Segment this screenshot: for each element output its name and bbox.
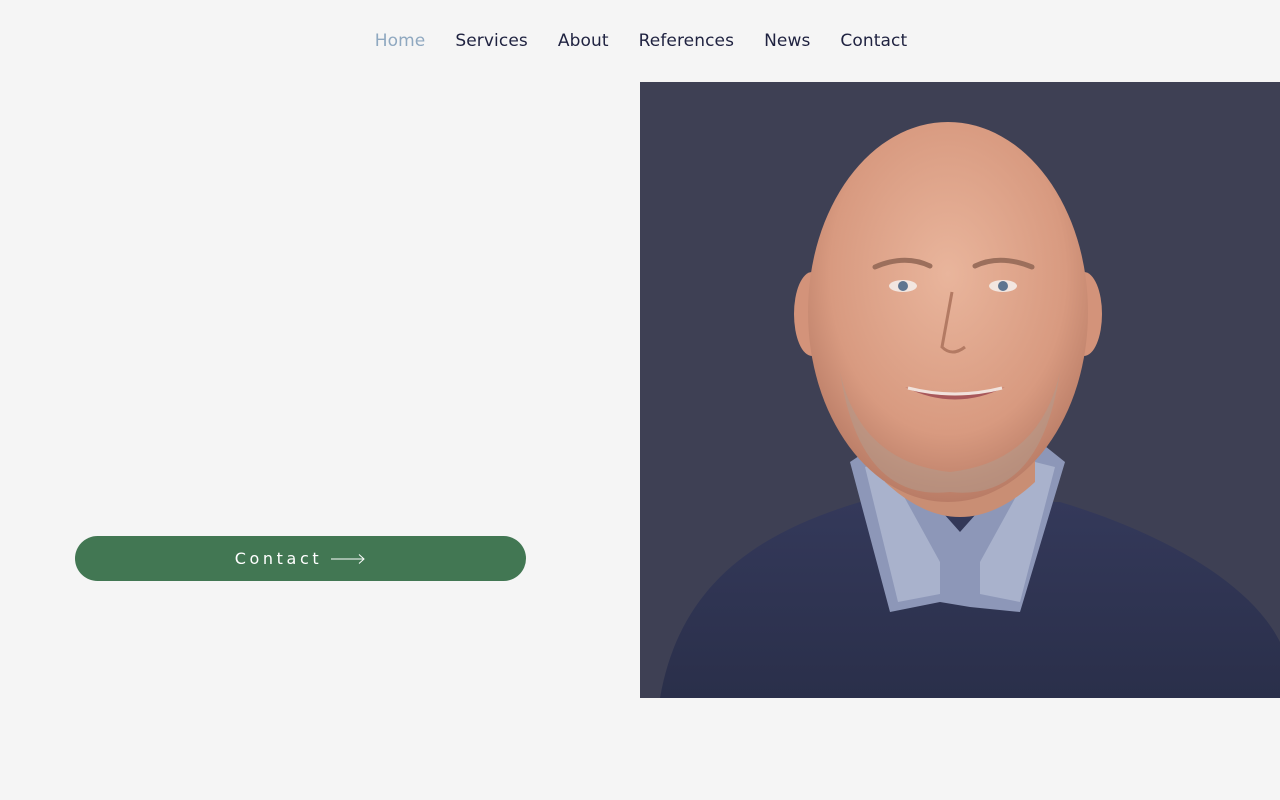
portrait-illustration [640,82,1280,698]
nav-item-contact[interactable]: Contact [825,31,922,51]
nav-list: Home Services About References News Cont… [360,31,923,51]
nav-item-about[interactable]: About [543,31,624,51]
nav-item-services[interactable]: Services [440,31,543,51]
nav-item-references[interactable]: References [624,31,749,51]
contact-button[interactable]: Contact [75,536,526,581]
contact-button-label: Contact [234,549,323,568]
main-navigation: Home Services About References News Cont… [0,0,1280,82]
portrait-photo [640,82,1280,698]
page: Home Services About References News Cont… [0,0,1280,800]
nav-item-news[interactable]: News [749,31,825,51]
nav-item-home[interactable]: Home [360,31,441,51]
arrow-right-icon [331,553,365,564]
